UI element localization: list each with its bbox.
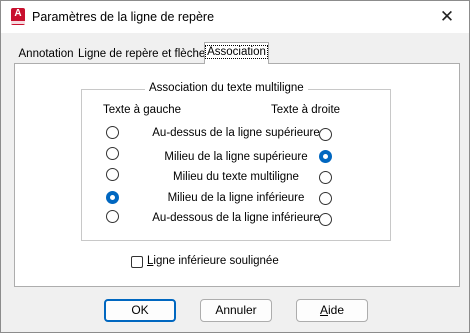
right-radio-middle-bottom-line[interactable]	[319, 192, 332, 205]
cancel-button[interactable]: Annuler	[200, 299, 272, 322]
tab-association[interactable]: Association	[204, 42, 269, 64]
underline-bottom-line-checkbox[interactable]	[131, 256, 143, 268]
radio-selected-dot	[110, 195, 115, 200]
label-rest: igne inférieure soulignée	[153, 255, 279, 267]
row-label-below-bottom-line: Au-dessous de la ligne inférieure	[152, 212, 320, 224]
ok-button[interactable]: OK	[104, 299, 176, 322]
tab-annotation-label: Annotation	[18, 48, 74, 60]
tab-leader-line-label: Ligne de repère et flèche	[78, 48, 206, 60]
dialog-window: A Paramètres de la ligne de repère ✕ Ann…	[0, 0, 470, 333]
row-label-middle-mtext: Milieu du texte multiligne	[173, 171, 299, 183]
group-title: Association du texte multiligne	[145, 82, 308, 94]
autocad-app-icon: A	[11, 8, 25, 25]
close-icon: ✕	[439, 7, 455, 26]
row-label-middle-top-line: Milieu de la ligne supérieure	[164, 151, 308, 163]
left-radio-above-top-line[interactable]	[106, 126, 119, 139]
left-radio-below-bottom-line[interactable]	[106, 210, 119, 223]
window-title: Paramètres de la ligne de repère	[32, 10, 215, 24]
left-radio-middle-mtext[interactable]	[106, 168, 119, 181]
row-label-middle-bottom-line: Milieu de la ligne inférieure	[167, 192, 305, 204]
right-radio-middle-mtext[interactable]	[319, 171, 332, 184]
radio-selected-dot	[323, 154, 328, 159]
left-text-header: Texte à gauche	[103, 104, 182, 116]
row-label-above-top-line: Au-dessus de la ligne supérieure	[152, 127, 320, 139]
left-radio-middle-bottom-line[interactable]	[106, 191, 119, 204]
right-radio-middle-top-line[interactable]	[319, 150, 332, 163]
help-button[interactable]: Aide	[296, 299, 368, 322]
close-button[interactable]: ✕	[425, 1, 469, 33]
app-icon-letter: A	[14, 8, 22, 19]
tab-association-label: Association	[205, 45, 268, 59]
app-icon-stripe	[11, 21, 25, 24]
left-radio-middle-top-line[interactable]	[106, 147, 119, 160]
tab-leader-line-and-arrow[interactable]: Ligne de repère et flèche	[78, 45, 206, 64]
right-radio-below-bottom-line[interactable]	[319, 213, 332, 226]
mnemonic-letter: A	[319, 303, 328, 317]
right-radio-above-top-line[interactable]	[319, 128, 332, 141]
right-text-header: Texte à droite	[271, 104, 341, 116]
tab-annotation[interactable]: Annotation	[17, 45, 75, 64]
help-label-rest: ide	[328, 303, 345, 317]
title-bar: A Paramètres de la ligne de repère ✕	[1, 1, 469, 33]
underline-bottom-line-label[interactable]: Ligne inférieure soulignée	[147, 255, 279, 267]
